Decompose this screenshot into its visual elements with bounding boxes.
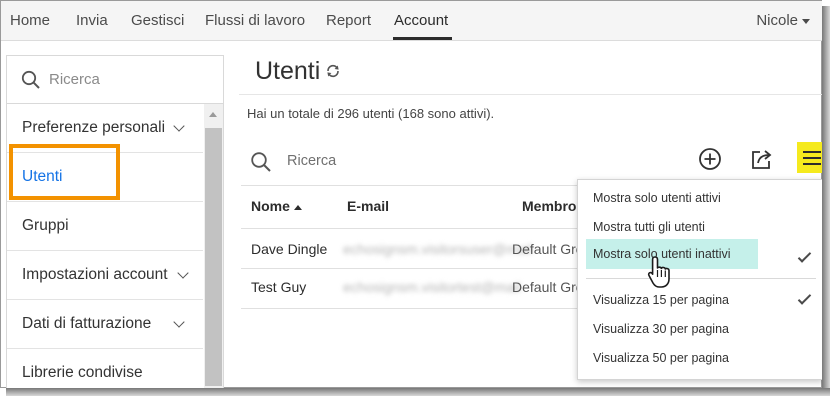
row-divider [241, 268, 581, 269]
nav-flussi-di-lavoro[interactable]: Flussi di lavoro [205, 12, 305, 29]
sidebar-search-placeholder: Ricerca [49, 71, 100, 88]
user-menu[interactable]: Nicole [756, 12, 810, 29]
hamburger-icon-bar [803, 157, 821, 159]
nav-account[interactable]: Account [394, 12, 448, 29]
sidebar-item-label: Librerie condivise [22, 364, 143, 381]
cell-member: Default Gro [512, 279, 584, 295]
sidebar-item-label: Utenti [22, 168, 63, 185]
menu-item-30-per-page[interactable]: Visualizza 30 per pagina [586, 316, 816, 342]
menu-item-15-per-page[interactable]: Visualizza 15 per pagina [586, 287, 816, 313]
sidebar-item-label: Preferenze personali [22, 119, 166, 136]
row-divider [241, 308, 581, 309]
sidebar-item-label: Gruppi [22, 217, 69, 234]
caret-down-icon [802, 18, 810, 24]
nav-gestisci[interactable]: Gestisci [131, 12, 184, 29]
menu-divider [586, 278, 816, 279]
chevron-down-icon [173, 120, 185, 132]
search-icon[interactable] [250, 151, 272, 173]
sidebar: Ricerca Preferenze personali Utenti Grup… [6, 55, 224, 389]
window-shadow [822, 6, 830, 394]
cell-member: Default Gro [512, 241, 584, 257]
page-title: Utenti [255, 57, 321, 85]
cell-email: echosignsm.visitorsuser@mail [343, 241, 533, 257]
chevron-down-icon [177, 267, 189, 279]
add-user-icon[interactable] [698, 147, 722, 171]
sidebar-item-gruppi[interactable]: Gruppi [7, 202, 203, 251]
search-icon [21, 70, 40, 89]
export-icon[interactable] [750, 147, 776, 171]
sidebar-item-label: Dati di fatturazione [22, 315, 152, 332]
top-nav: Home Invia Gestisci Flussi di lavoro Rep… [1, 1, 822, 41]
table-top-border [241, 185, 581, 186]
sort-ascending-icon [293, 204, 302, 210]
menu-item-label: Visualizza 30 per pagina [593, 322, 729, 336]
nav-home[interactable]: Home [10, 12, 50, 29]
sidebar-item-label: Impostazioni account [22, 266, 168, 283]
menu-item-show-active[interactable]: Mostra solo utenti attivi [586, 185, 816, 211]
refresh-icon[interactable] [325, 63, 341, 79]
hand-cursor-icon [647, 256, 670, 288]
sidebar-item-dati-di-fatturazione[interactable]: Dati di fatturazione [7, 300, 203, 349]
table-header-border [241, 228, 581, 229]
column-header-label: Nome [251, 198, 290, 214]
active-tab-indicator [393, 37, 452, 40]
sidebar-item-utenti[interactable]: Utenti [7, 153, 203, 202]
app-window: Home Invia Gestisci Flussi di lavoro Rep… [0, 0, 827, 389]
cell-name: Dave Dingle [251, 241, 328, 257]
title-divider [239, 94, 822, 95]
menu-item-label: Mostra solo utenti attivi [593, 191, 721, 205]
checkmark-icon [797, 249, 812, 263]
column-header-email[interactable]: E-mail [347, 198, 389, 214]
hamburger-icon-bar [803, 163, 821, 165]
hamburger-icon [803, 151, 821, 153]
sidebar-scrollbar[interactable] [204, 104, 223, 389]
users-search-input[interactable]: Ricerca [287, 153, 336, 169]
cell-name: Test Guy [251, 279, 307, 295]
sidebar-item-librerie-condivise[interactable]: Librerie condivise [7, 349, 203, 389]
menu-item-label: Visualizza 50 per pagina [593, 351, 729, 365]
menu-item-label: Mostra tutti gli utenti [593, 220, 705, 234]
column-header-nome[interactable]: Nome [251, 198, 302, 214]
sidebar-item-preferenze-personali[interactable]: Preferenze personali [7, 104, 203, 153]
chevron-down-icon [173, 316, 185, 328]
cell-email: echosignsm.visitortest@mail [343, 279, 521, 295]
user-name: Nicole [756, 12, 798, 29]
sidebar-item-impostazioni-account[interactable]: Impostazioni account [7, 251, 203, 300]
users-summary: Hai un totale di 296 utenti (168 sono at… [247, 106, 495, 121]
scrollbar-thumb[interactable] [205, 128, 222, 386]
menu-item-label: Visualizza 15 per pagina [593, 293, 729, 307]
sidebar-search[interactable]: Ricerca [7, 56, 223, 104]
nav-report[interactable]: Report [326, 12, 371, 29]
window-shadow [6, 388, 830, 396]
nav-invia[interactable]: Invia [76, 12, 108, 29]
options-dropdown: Mostra solo utenti attivi Mostra tutti g… [577, 179, 823, 380]
menu-item-show-all[interactable]: Mostra tutti gli utenti [586, 214, 816, 240]
menu-item-50-per-page[interactable]: Visualizza 50 per pagina [586, 345, 816, 371]
scroll-up-arrow-icon[interactable] [209, 112, 217, 117]
column-header-membro[interactable]: Membro [522, 198, 576, 214]
